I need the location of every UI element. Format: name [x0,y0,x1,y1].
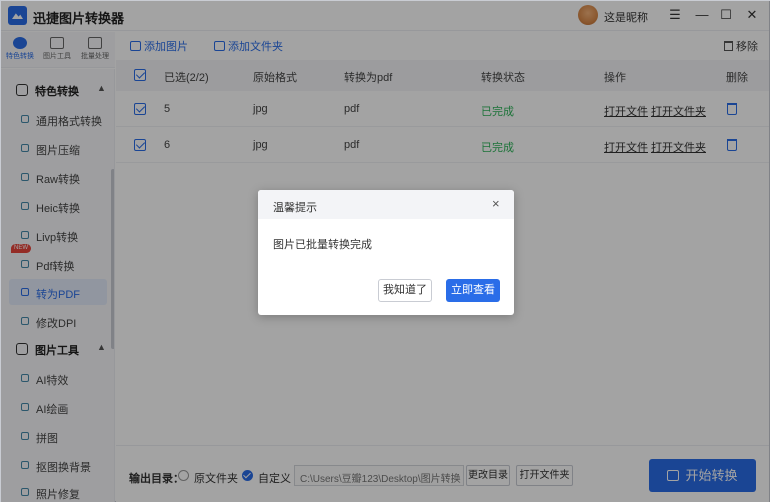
close-icon[interactable]: × [492,196,500,211]
dialog-message: 图片已批量转换完成 [273,239,372,251]
tip-dialog: 温馨提示 × 图片已批量转换完成 我知道了 立即查看 [258,190,514,315]
dialog-header: 温馨提示 × [258,190,514,219]
dialog-title: 温馨提示 [273,202,317,214]
view-now-button[interactable]: 立即查看 [446,279,500,302]
app-window: 迅捷图片转换器 这是昵称 ☰ — ☐ ✕ 特色转换 图片工具 批量处理 特色转换… [0,0,770,502]
got-it-button[interactable]: 我知道了 [378,279,432,302]
